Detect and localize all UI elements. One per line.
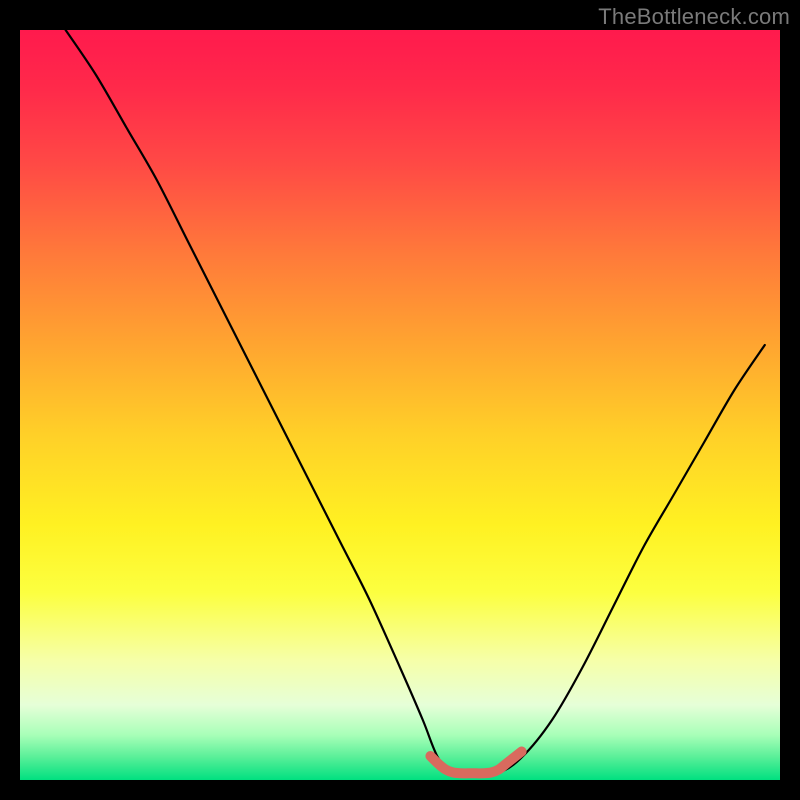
- bottleneck-curve-path: [66, 30, 765, 774]
- optimal-range-marker-path: [430, 752, 521, 774]
- watermark-label: TheBottleneck.com: [598, 4, 790, 30]
- chart-svg: [20, 30, 780, 780]
- chart-frame: TheBottleneck.com: [0, 0, 800, 800]
- plot-area: [20, 30, 780, 780]
